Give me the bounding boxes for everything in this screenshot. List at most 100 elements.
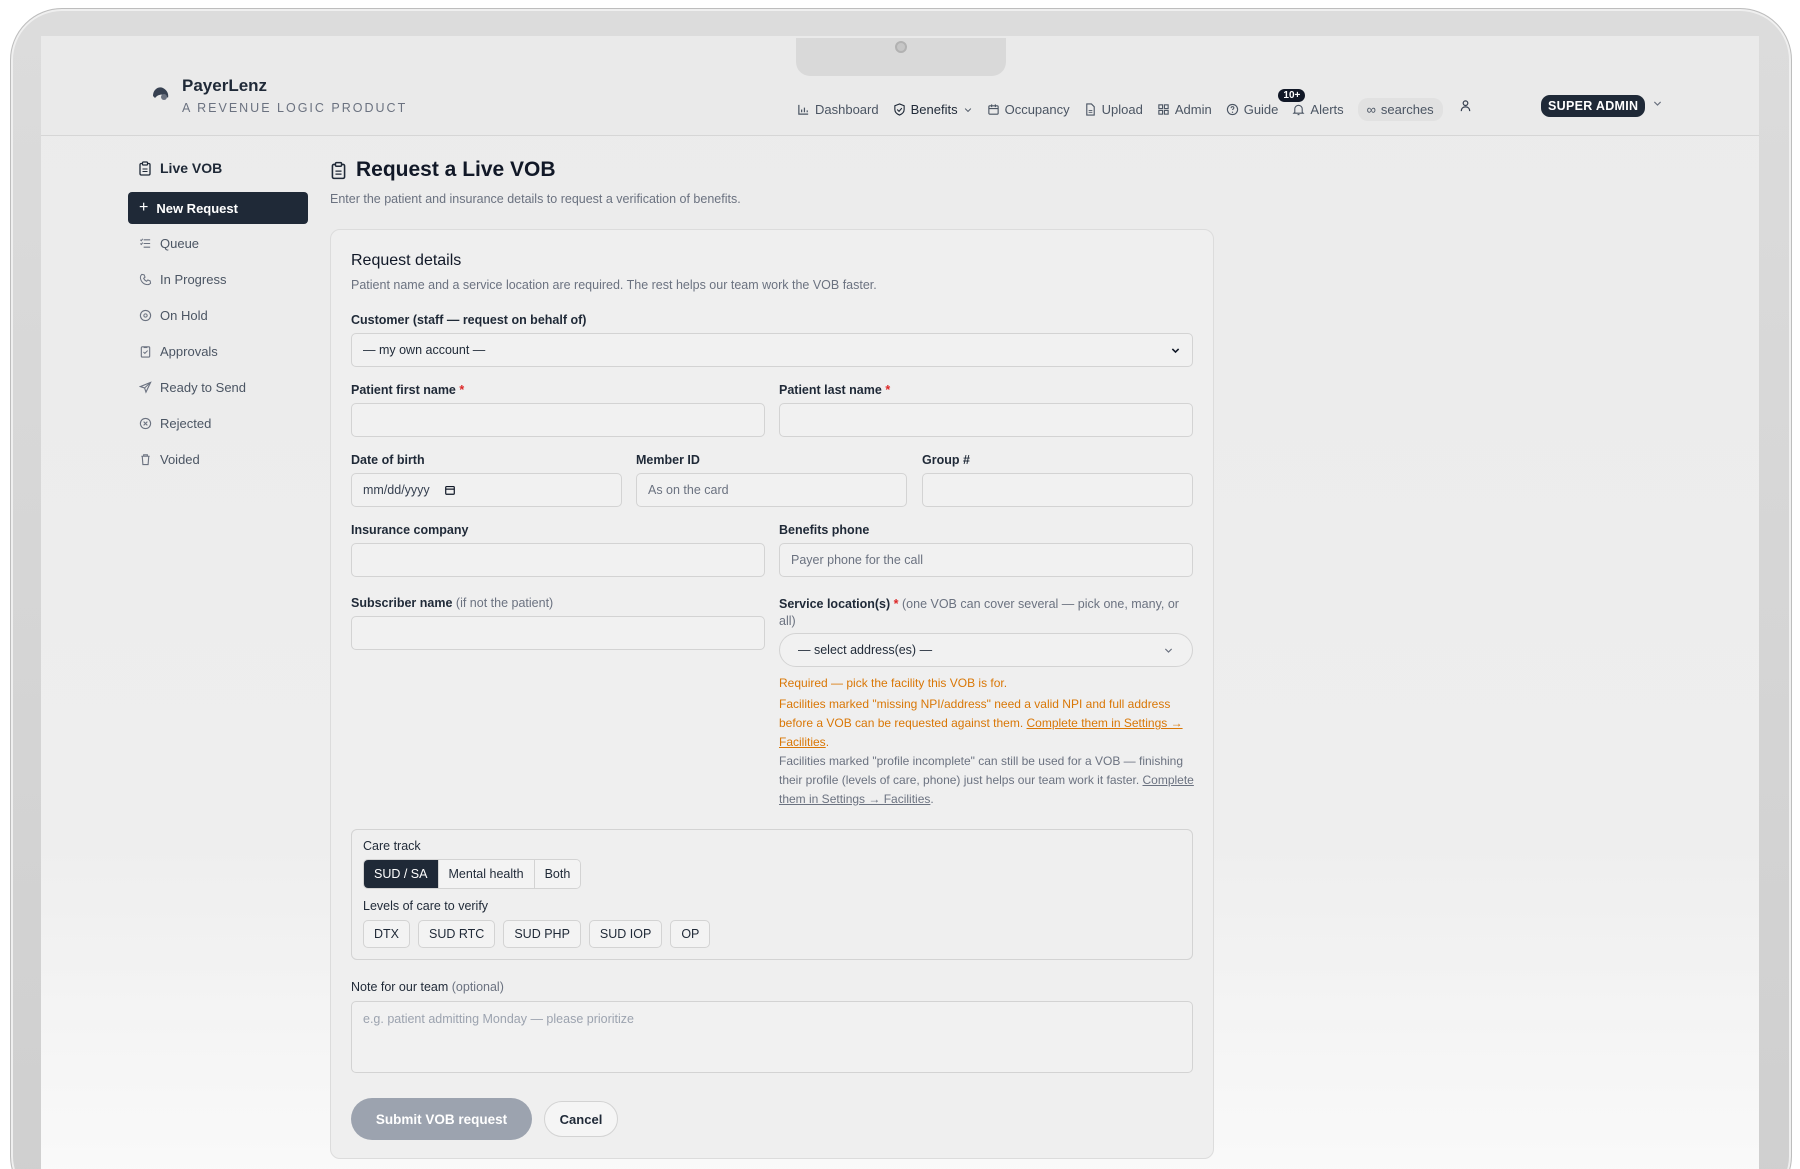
brand-logo-icon — [153, 87, 169, 100]
group-label: Group # — [922, 453, 970, 467]
phone-icon — [139, 273, 152, 286]
dob-placeholder: mm/dd/yyyy — [363, 483, 430, 497]
sidebar-item-new-request[interactable]: + New Request — [128, 192, 308, 224]
care-track-sud-sa[interactable]: SUD / SA — [364, 860, 439, 888]
page-title: Request a Live VOB — [330, 158, 741, 182]
group-input[interactable] — [922, 473, 1193, 507]
care-track-both[interactable]: Both — [534, 860, 581, 888]
nav-benefits-label: Benefits — [910, 102, 958, 117]
plus-icon: + — [139, 199, 149, 216]
level-chip-op[interactable]: OP — [670, 920, 711, 948]
sidebar-item-voided[interactable]: Voided — [128, 443, 308, 476]
profile-incomplete-text: Facilities marked "profile incomplete" c… — [779, 754, 1184, 787]
chevron-down-icon — [964, 107, 971, 112]
note-label-text: Note for our team — [351, 980, 449, 994]
service-location-value: — select address(es) — — [798, 643, 933, 657]
nav-guide[interactable]: Guide — [1226, 102, 1278, 117]
level-chip-dtx[interactable]: DTX — [363, 920, 410, 948]
brand-name: PayerLenz — [182, 76, 268, 95]
insurance-input[interactable] — [351, 543, 765, 577]
sidebar-item-approvals[interactable]: Approvals — [128, 335, 308, 368]
pause-circle-icon — [139, 309, 152, 322]
nav-dashboard[interactable]: Dashboard — [797, 102, 879, 117]
page-title-text: Request a Live VOB — [356, 158, 556, 181]
sidebar-item-in-progress[interactable]: In Progress — [128, 263, 308, 296]
benefits-phone-placeholder: Payer phone for the call — [791, 553, 924, 567]
alerts-count-badge: 10+ — [1278, 89, 1306, 102]
subscriber-input[interactable] — [351, 616, 765, 650]
help-circle-icon — [1226, 103, 1238, 116]
nav-upload-label: Upload — [1101, 102, 1143, 117]
nav-benefits[interactable]: Benefits — [893, 102, 973, 117]
role-chevron-down-icon[interactable] — [1652, 98, 1663, 109]
service-location-label: Service location(s) * (one VOB can cover… — [779, 596, 1193, 630]
infinity-icon: ∞ — [1366, 102, 1376, 117]
level-chip-sud-rtc[interactable]: SUD RTC — [418, 920, 496, 948]
first-name-label-text: Patient first name — [351, 383, 456, 397]
chart-bar-icon — [798, 104, 809, 115]
benefits-phone-label: Benefits phone — [779, 523, 870, 537]
dob-input[interactable]: mm/dd/yyyy — [351, 473, 622, 507]
required-mark: * — [459, 383, 465, 397]
customer-label: Customer (staff — request on behalf of) — [351, 313, 587, 327]
note-label: Note for our team (optional) — [351, 980, 504, 994]
level-chip-sud-iop[interactable]: SUD IOP — [588, 920, 663, 948]
profile-incomplete-hint: Facilities marked "profile incomplete" c… — [779, 752, 1199, 809]
brand[interactable]: PayerLenz A REVENUE LOGIC PRODUCT — [150, 76, 407, 115]
profile-incomplete-end: . — [930, 792, 934, 806]
nav-occupancy[interactable]: Occupancy — [987, 102, 1070, 117]
level-chip-sud-php[interactable]: SUD PHP — [503, 920, 581, 948]
nav-alerts[interactable]: 10+ Alerts — [1278, 89, 1344, 117]
nav-admin-label: Admin — [1174, 102, 1212, 117]
insurance-label: Insurance company — [351, 523, 469, 537]
first-name-input[interactable] — [351, 403, 765, 437]
sidebar-item-label: Ready to Send — [160, 380, 247, 395]
sidebar-item-queue[interactable]: Queue — [128, 227, 308, 260]
missing-npi-end: . — [825, 735, 830, 749]
benefits-phone-input[interactable]: Payer phone for the call — [779, 543, 1193, 577]
service-location-select[interactable]: — select address(es) — — [779, 633, 1193, 667]
sidebar-item-on-hold[interactable]: On Hold — [128, 299, 308, 332]
nav-admin[interactable]: Admin — [1157, 102, 1212, 117]
last-name-input[interactable] — [779, 403, 1193, 437]
note-placeholder: e.g. patient admitting Monday — please p… — [363, 1012, 634, 1026]
sidebar-item-ready-to-send[interactable]: Ready to Send — [128, 371, 308, 404]
nav-searches[interactable]: ∞ searches — [1357, 98, 1443, 121]
sidebar-title: Live VOB — [128, 156, 308, 180]
sidebar-item-label: Queue — [160, 236, 200, 251]
nav-upload[interactable]: Upload — [1084, 102, 1143, 117]
sidebar-title-label: Live VOB — [160, 160, 223, 176]
required-mark: * — [885, 383, 891, 397]
clipboard-check-icon — [140, 346, 151, 358]
cancel-button[interactable]: Cancel — [544, 1101, 618, 1137]
last-name-label-text: Patient last name — [779, 383, 882, 397]
missing-npi-hint: Facilities marked "missing NPI/address" … — [779, 695, 1199, 752]
brand-tagline: A REVENUE LOGIC PRODUCT — [182, 101, 408, 115]
sidebar: Live VOB + New Request Queue In Progress… — [128, 156, 308, 476]
care-track-panel: Care track SUD / SA Mental health Both L… — [351, 829, 1193, 960]
service-required-hint: Required — pick the facility this VOB is… — [779, 676, 1008, 690]
care-track-label: Care track — [363, 839, 421, 853]
sidebar-item-rejected[interactable]: Rejected — [128, 407, 308, 440]
camera-icon — [895, 41, 907, 53]
nav-occupancy-label: Occupancy — [1004, 102, 1070, 117]
user-icon[interactable] — [1459, 99, 1472, 112]
section-title: Request details — [351, 252, 462, 269]
sidebar-item-label: New Request — [156, 200, 238, 216]
page-header: Request a Live VOB Enter the patient and… — [330, 158, 741, 206]
note-textarea[interactable]: e.g. patient admitting Monday — please p… — [351, 1001, 1193, 1073]
x-circle-icon — [139, 417, 152, 430]
calendar-icon[interactable] — [444, 484, 456, 496]
member-id-input[interactable]: As on the card — [636, 473, 907, 507]
send-icon — [139, 381, 152, 394]
member-id-label: Member ID — [636, 453, 700, 467]
care-track-mental-health[interactable]: Mental health — [438, 860, 535, 888]
subscriber-label-text: Subscriber name — [351, 596, 453, 610]
role-badge[interactable]: SUPER ADMIN — [1541, 95, 1646, 117]
chevron-down-icon — [1164, 648, 1173, 653]
customer-select[interactable]: — my own account — — [351, 333, 1193, 367]
levels-label: Levels of care to verify — [363, 899, 489, 913]
dob-label: Date of birth — [351, 453, 425, 467]
submit-button[interactable]: Submit VOB request — [351, 1098, 532, 1140]
sidebar-item-label: Rejected — [160, 416, 212, 431]
